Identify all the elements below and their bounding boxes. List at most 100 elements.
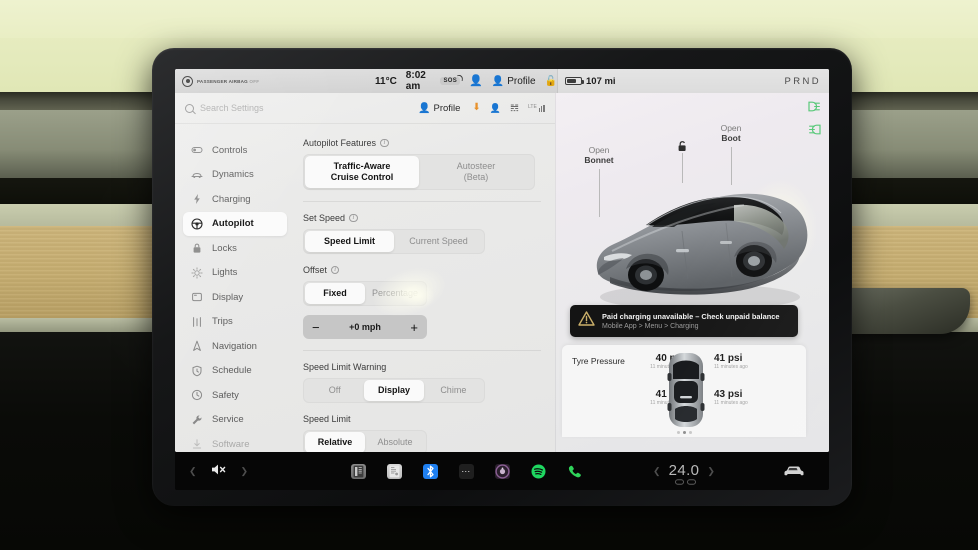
callout-line1: Open <box>720 123 742 133</box>
car-side-icon <box>191 169 203 181</box>
range-label: 107 mi <box>586 75 616 87</box>
chevron-left-icon[interactable]: ❮ <box>189 466 197 477</box>
sidebar-item-service[interactable]: Service <box>183 408 287 432</box>
download-icon[interactable]: ⬇ <box>472 103 480 113</box>
sidebar-item-controls[interactable]: Controls <box>183 138 287 162</box>
speaker-muted-icon[interactable] <box>211 463 227 479</box>
setting-group-speed-limit: Speed Limit Relative Absolute <box>303 414 541 452</box>
info-icon[interactable]: i <box>380 138 389 148</box>
clock-shield-icon <box>191 365 203 377</box>
callout-line1: Open <box>588 145 610 155</box>
car-front-icon <box>784 466 804 476</box>
segmented-control-offset: Fixed Percentage <box>303 281 427 306</box>
lock-open-icon[interactable]: 🔓 <box>545 76 557 87</box>
sidebar-item-charging[interactable]: Charging <box>183 187 287 211</box>
callout-line2: Boot <box>721 133 741 143</box>
sidebar-item-label: Autopilot <box>212 218 254 229</box>
sidebar-item-trips[interactable]: Trips <box>183 310 287 334</box>
alert-subtitle: Mobile App > Menu > Charging <box>602 322 699 330</box>
sidebar-item-lights[interactable]: Lights <box>183 261 287 285</box>
setting-label-text: Speed Limit <box>303 414 351 424</box>
tyre-pressure-card[interactable]: Tyre Pressure 40 psi 11 minutes ago 41 p… <box>562 345 806 437</box>
alert-title: Paid charging unavailable – Check unpaid… <box>602 311 780 321</box>
segment-chime[interactable]: Chime <box>424 380 483 401</box>
tyre-pressure-title: Tyre Pressure <box>572 356 625 366</box>
segment-absolute[interactable]: Absolute <box>365 432 425 452</box>
steering-wheel-icon <box>191 217 203 230</box>
sidebar-item-label: Controls <box>212 144 248 156</box>
bolt-icon <box>191 193 203 205</box>
sidebar-item-navigation[interactable]: Navigation <box>183 334 287 358</box>
toggle-icon <box>191 144 203 156</box>
settings-columns: Controls Dynamics Charging Autopilot Loc… <box>175 124 555 452</box>
profile-button[interactable]: 👤 Profile <box>492 76 536 87</box>
segmented-control-speed-limit-warning: Off Display Chime <box>303 378 485 403</box>
segment-display[interactable]: Display <box>364 380 424 401</box>
segment-autosteer[interactable]: Autosteer (Beta) <box>419 156 533 188</box>
status-bar-right: 107 mi PRND <box>557 69 829 93</box>
setting-label: Autopilot Features i <box>303 138 541 148</box>
settings-sidebar: Controls Dynamics Charging Autopilot Loc… <box>175 124 295 452</box>
user-icon[interactable]: 👤 <box>490 103 501 114</box>
segment-relative[interactable]: Relative <box>305 432 365 452</box>
segment-speed-limit[interactable]: Speed Limit <box>305 231 394 252</box>
camera-icon[interactable] <box>494 463 510 479</box>
search-profile-button[interactable]: 👤 Profile <box>418 103 460 114</box>
temperature-value[interactable]: 24.0 <box>669 462 700 479</box>
callout-open-bonnet[interactable]: Open Bonnet <box>574 145 624 165</box>
warning-triangle-icon <box>578 311 595 331</box>
segment-traffic-aware-cruise-control[interactable]: Traffic-Aware Cruise Control <box>305 156 419 188</box>
more-dots-icon[interactable]: ⋯ <box>458 463 474 479</box>
dashcam-icon[interactable] <box>350 463 366 479</box>
passenger-airbag-indicator: PASSENGER AIRBAG OFF <box>197 79 259 84</box>
segment-current-speed[interactable]: Current Speed <box>394 231 483 252</box>
person-icon: 👤 <box>491 75 505 87</box>
setting-group-speed-limit-warning: Speed Limit Warning Off Display Chime <box>303 350 541 403</box>
temperature-decrease-button[interactable]: ❮ <box>653 466 661 477</box>
segment-off[interactable]: Off <box>305 380 364 401</box>
segment-percentage[interactable]: Percentage <box>365 283 425 304</box>
callout-open-boot[interactable]: Open Boot <box>706 123 756 143</box>
bluetooth-icon[interactable]: 𝌦 <box>510 103 519 114</box>
sidebar-item-software[interactable]: Software <box>183 432 287 452</box>
offset-increase-button[interactable]: + <box>410 321 418 334</box>
sidebar-item-label: Lights <box>212 267 238 278</box>
pager-dot-active[interactable] <box>682 431 686 434</box>
bluetooth-icon[interactable] <box>422 463 438 479</box>
seat-heater-icon[interactable] <box>674 479 697 488</box>
pager-dot[interactable] <box>688 431 692 434</box>
sidebar-item-locks[interactable]: Locks <box>183 236 287 260</box>
setting-label: Speed Limit Warning <box>303 362 541 372</box>
pager-dot[interactable] <box>676 431 680 434</box>
display-icon <box>191 291 203 303</box>
media-card-icon[interactable] <box>386 463 402 479</box>
segment-fixed[interactable]: Fixed <box>305 283 365 304</box>
battery-indicator[interactable]: 107 mi <box>565 76 616 87</box>
search-input[interactable]: Search Settings <box>200 103 412 113</box>
sidebar-item-display[interactable]: Display <box>183 285 287 309</box>
temperature-increase-button[interactable]: ❯ <box>707 466 715 477</box>
offset-decrease-button[interactable]: − <box>312 321 320 334</box>
offset-value: +0 mph <box>349 322 381 332</box>
card-pager[interactable] <box>562 431 806 434</box>
touchscreen-bezel: PASSENGER AIRBAG OFF 11°C 8:02 am SOS 👤 … <box>152 48 852 506</box>
sidebar-item-autopilot[interactable]: Autopilot <box>183 211 287 236</box>
spotify-icon[interactable] <box>531 464 546 479</box>
download-icon <box>191 438 203 450</box>
sidebar-item-schedule[interactable]: Schedule <box>183 359 287 383</box>
info-icon[interactable]: i <box>349 213 358 223</box>
sidebar-item-safety[interactable]: Safety <box>183 383 287 407</box>
touchscreen-display: PASSENGER AIRBAG OFF 11°C 8:02 am SOS 👤 … <box>175 69 829 452</box>
segment-line1: Traffic-Aware <box>333 161 391 171</box>
airbag-label: PASSENGER AIRBAG <box>197 78 248 84</box>
alert-banner[interactable]: Paid charging unavailable – Check unpaid… <box>570 305 798 337</box>
setting-group-autopilot-features: Autopilot Features i Traffic-Aware Cruis… <box>303 138 541 190</box>
car-quick-controls-button[interactable] <box>759 465 829 477</box>
info-icon[interactable]: i <box>330 265 340 275</box>
chevron-right-icon[interactable]: ❯ <box>241 466 249 477</box>
phone-icon[interactable] <box>567 464 582 479</box>
sos-button[interactable]: SOS <box>440 77 461 85</box>
vehicle-illustration[interactable] <box>584 165 816 315</box>
sidebar-item-label: Display <box>212 291 244 303</box>
sidebar-item-dynamics[interactable]: Dynamics <box>183 163 287 187</box>
